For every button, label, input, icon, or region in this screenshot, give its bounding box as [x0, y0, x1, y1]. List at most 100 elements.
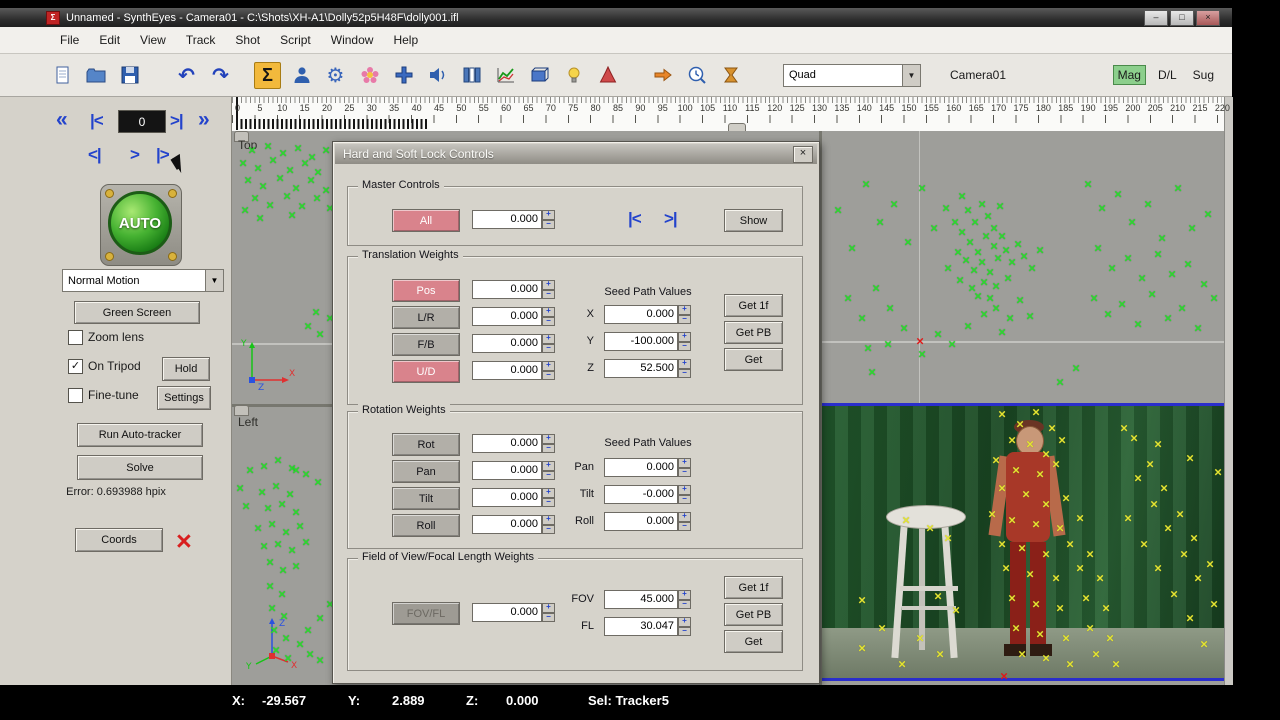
tracker-marker-green[interactable]: ×	[276, 172, 284, 185]
tracker-marker-green[interactable]: ×	[244, 174, 252, 187]
tracker-marker-yellow[interactable]: ×	[1082, 592, 1090, 605]
open-folder-icon[interactable]	[82, 62, 109, 89]
tracker-marker-green[interactable]: ×	[996, 200, 1004, 213]
spin-down-button[interactable]: −	[678, 341, 691, 351]
hold-button[interactable]: Hold	[162, 357, 210, 381]
maximize-button[interactable]: □	[1170, 9, 1194, 26]
tracker-marker-green[interactable]: ×	[1084, 178, 1092, 191]
tracker-marker-yellow[interactable]: ×	[944, 532, 952, 545]
tracker-marker-green[interactable]: ×	[272, 644, 280, 657]
tracker-marker-green[interactable]: ×	[944, 262, 952, 275]
tracker-marker-yellow[interactable]: ×	[1140, 538, 1148, 551]
solve-button[interactable]: Solve	[77, 455, 203, 480]
next-frame-button[interactable]: |>	[156, 145, 170, 165]
tracker-marker-yellow[interactable]: ×	[952, 604, 960, 617]
coords-button[interactable]: Coords	[75, 528, 163, 552]
tracker-marker-yellow[interactable]: ×	[1186, 452, 1194, 465]
tracker-person-icon[interactable]	[288, 62, 315, 89]
tracker-marker-green[interactable]: ×	[292, 464, 300, 477]
tracker-marker-yellow[interactable]: ×	[1062, 632, 1070, 645]
sug-toggle[interactable]: Sug	[1189, 66, 1218, 84]
tracker-marker-yellow[interactable]: ×	[1032, 598, 1040, 611]
spin-down-button[interactable]: −	[678, 599, 691, 609]
tracker-marker-green[interactable]: ×	[260, 540, 268, 553]
tracker-marker-green[interactable]: ×	[239, 157, 247, 170]
tracker-marker-yellow[interactable]: ×	[1160, 482, 1168, 495]
get-pb-button[interactable]: Get PB	[724, 321, 783, 344]
tracker-marker-yellow[interactable]: ×	[858, 594, 866, 607]
zoom-lens-checkbox[interactable]	[68, 330, 83, 345]
value-field[interactable]: 30.047	[604, 617, 678, 636]
tracker-marker-green[interactable]: ×	[304, 624, 312, 637]
tracker-marker-green[interactable]: ×	[266, 580, 274, 593]
tracker-marker-yellow[interactable]: ×	[1150, 498, 1158, 511]
tracker-marker-yellow[interactable]: ×	[1036, 468, 1044, 481]
spin-down-button[interactable]: −	[678, 626, 691, 636]
tracker-marker-green[interactable]: ×	[316, 654, 324, 667]
tracker-marker-green[interactable]: ×	[1098, 202, 1106, 215]
spin-down-button[interactable]: −	[542, 219, 555, 229]
tracker-marker-yellow[interactable]: ×	[1066, 538, 1074, 551]
tracker-marker-green[interactable]: ×	[1114, 188, 1122, 201]
tracker-marker-green[interactable]: ×	[951, 216, 959, 229]
tracker-marker-green[interactable]: ×	[1094, 242, 1102, 255]
tracker-marker-green[interactable]: ×	[1118, 298, 1126, 311]
d-l-toggle[interactable]: D/L	[1154, 66, 1181, 84]
tracker-marker-yellow[interactable]: ×	[998, 538, 1006, 551]
tracker-marker-green[interactable]: ×	[1104, 308, 1112, 321]
tracker-marker-green[interactable]: ×	[1178, 302, 1186, 315]
value-field[interactable]: 0.000	[472, 434, 542, 453]
tracker-marker-green[interactable]: ×	[934, 328, 942, 341]
tracker-marker-yellow[interactable]: ×	[878, 622, 886, 635]
tracker-marker-yellow[interactable]: ×	[1120, 422, 1128, 435]
tracker-marker-yellow[interactable]: ×	[1016, 418, 1024, 431]
tracker-marker-yellow[interactable]: ×	[1002, 562, 1010, 575]
l-r-weight-button[interactable]: L/R	[392, 306, 460, 329]
close-button[interactable]: ×	[1196, 9, 1220, 26]
tracker-marker-green[interactable]: ×	[258, 486, 266, 499]
tracker-marker-green[interactable]: ×	[974, 290, 982, 303]
tracker-marker-green[interactable]: ×	[268, 518, 276, 531]
tracker-marker-yellow[interactable]: ×	[916, 632, 924, 645]
tracker-marker-green[interactable]: ×	[314, 476, 322, 489]
tracker-marker-green[interactable]: ×	[884, 338, 892, 351]
viewport-scrollbar[interactable]	[1224, 97, 1233, 685]
tracker-marker-green[interactable]: ×	[256, 212, 264, 225]
frame-counter-field[interactable]: 0	[118, 110, 166, 133]
tracker-marker-yellow[interactable]: ×	[1056, 602, 1064, 615]
tracker-marker-green[interactable]: ×	[1138, 272, 1146, 285]
tracker-marker-yellow[interactable]: ×	[1042, 652, 1050, 665]
menu-shot[interactable]: Shot	[225, 29, 270, 51]
rewind-button[interactable]: «	[56, 108, 68, 132]
tracker-marker-green[interactable]: ×	[1210, 292, 1218, 305]
tracker-marker-green[interactable]: ×	[1200, 278, 1208, 291]
tracker-marker-green[interactable]: ×	[982, 230, 990, 243]
tracker-marker-yellow[interactable]: ×	[1112, 658, 1120, 671]
prev-key-button[interactable]: |<	[90, 111, 104, 131]
tracker-marker-green[interactable]: ×	[948, 338, 956, 351]
tracker-marker-yellow[interactable]: ×	[1086, 548, 1094, 561]
tracker-marker-yellow[interactable]: ×	[1018, 648, 1026, 661]
tracker-marker-green[interactable]: ×	[282, 526, 290, 539]
tracker-marker-green[interactable]: ×	[1164, 312, 1172, 325]
show-button[interactable]: Show	[724, 209, 783, 232]
tracker-marker-yellow[interactable]: ×	[1058, 434, 1066, 447]
menu-window[interactable]: Window	[321, 29, 384, 51]
tracker-marker-yellow[interactable]: ×	[1062, 492, 1070, 505]
redo-icon[interactable]: ↷	[207, 62, 234, 89]
tracker-marker-yellow[interactable]: ×	[936, 648, 944, 661]
tracker-marker-yellow[interactable]: ×	[1102, 602, 1110, 615]
tracker-marker-green[interactable]: ×	[322, 184, 330, 197]
tracker-marker-green[interactable]: ×	[272, 480, 280, 493]
tracker-marker-green[interactable]: ×	[900, 322, 908, 335]
value-field[interactable]: 52.500	[604, 359, 678, 378]
tracker-marker-green[interactable]: ×	[864, 342, 872, 355]
pan-weight-button[interactable]: Pan	[392, 460, 460, 483]
tracker-marker-green[interactable]: ×	[286, 488, 294, 501]
tracker-marker-green[interactable]: ×	[890, 198, 898, 211]
tracker-marker-green[interactable]: ×	[308, 151, 316, 164]
tracker-marker-yellow[interactable]: ×	[1194, 572, 1202, 585]
get-button[interactable]: Get	[724, 630, 783, 653]
speaker-icon[interactable]	[424, 62, 451, 89]
menu-edit[interactable]: Edit	[89, 29, 130, 51]
